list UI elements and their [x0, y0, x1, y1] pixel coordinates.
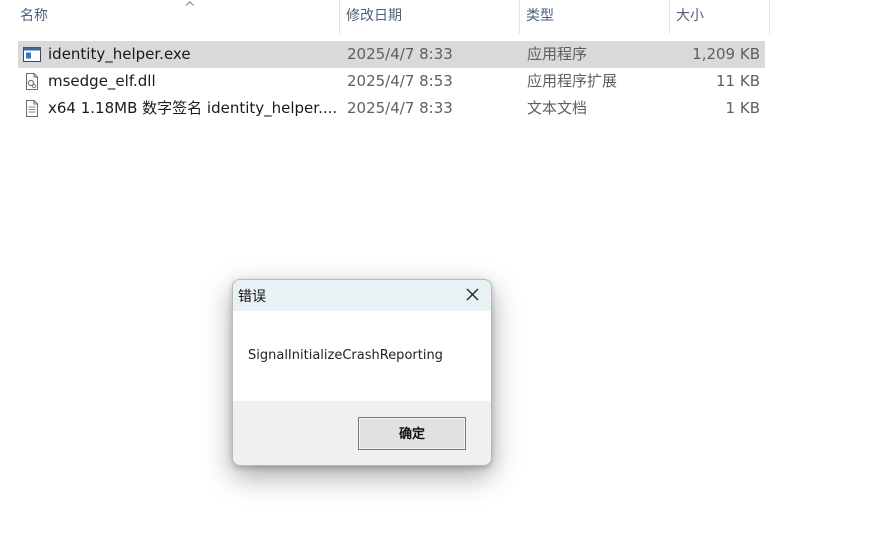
file-size: 11 KB	[716, 72, 760, 90]
column-header-modified[interactable]: 修改日期	[340, 0, 520, 34]
file-name: x64 1.18MB 数字签名 identity_helper....	[48, 99, 338, 117]
file-size: 1 KB	[725, 99, 760, 117]
file-row[interactable]: msedge_elf.dll 2025/4/7 8:53 应用程序扩展 11 K…	[18, 68, 765, 95]
column-size-label: 大小	[676, 8, 704, 24]
column-header-size[interactable]: 大小	[670, 0, 770, 34]
column-header-type[interactable]: 类型	[520, 0, 670, 34]
file-modified: 2025/4/7 8:33	[347, 45, 453, 63]
file-name: identity_helper.exe	[48, 45, 191, 63]
column-modified-label: 修改日期	[346, 8, 402, 24]
dialog-title-bar[interactable]: 错误	[233, 280, 491, 311]
ok-button[interactable]: 确定	[358, 417, 466, 450]
file-modified: 2025/4/7 8:53	[347, 72, 453, 90]
file-type: 应用程序	[527, 45, 588, 63]
column-name-label: 名称	[20, 8, 48, 24]
file-name: msedge_elf.dll	[48, 72, 156, 90]
file-size: 1,209 KB	[692, 45, 760, 63]
dll-icon	[26, 73, 38, 90]
text-file-icon	[26, 100, 38, 117]
file-type: 文本文档	[527, 99, 588, 117]
sort-ascending-icon: ^	[184, 0, 196, 16]
column-header-name[interactable]: 名称 ^	[14, 0, 340, 34]
dialog-close-button[interactable]	[459, 283, 485, 307]
exe-icon	[23, 47, 41, 62]
close-icon	[466, 288, 479, 301]
file-row[interactable]: x64 1.18MB 数字签名 identity_helper.... 2025…	[18, 95, 765, 122]
dialog-title: 错误	[238, 289, 266, 305]
file-modified: 2025/4/7 8:33	[347, 99, 453, 117]
dialog-body: SignalInitializeCrashReporting	[233, 311, 491, 401]
error-dialog: 错误 SignalInitializeCrashReporting 确定	[232, 279, 492, 466]
dialog-message: SignalInitializeCrashReporting	[248, 348, 443, 363]
column-type-label: 类型	[526, 8, 554, 24]
file-type: 应用程序扩展	[527, 72, 618, 90]
column-header-bar: 名称 ^ 修改日期 类型 大小	[0, 0, 770, 34]
file-row[interactable]: identity_helper.exe 2025/4/7 8:33 应用程序 1…	[18, 41, 765, 68]
